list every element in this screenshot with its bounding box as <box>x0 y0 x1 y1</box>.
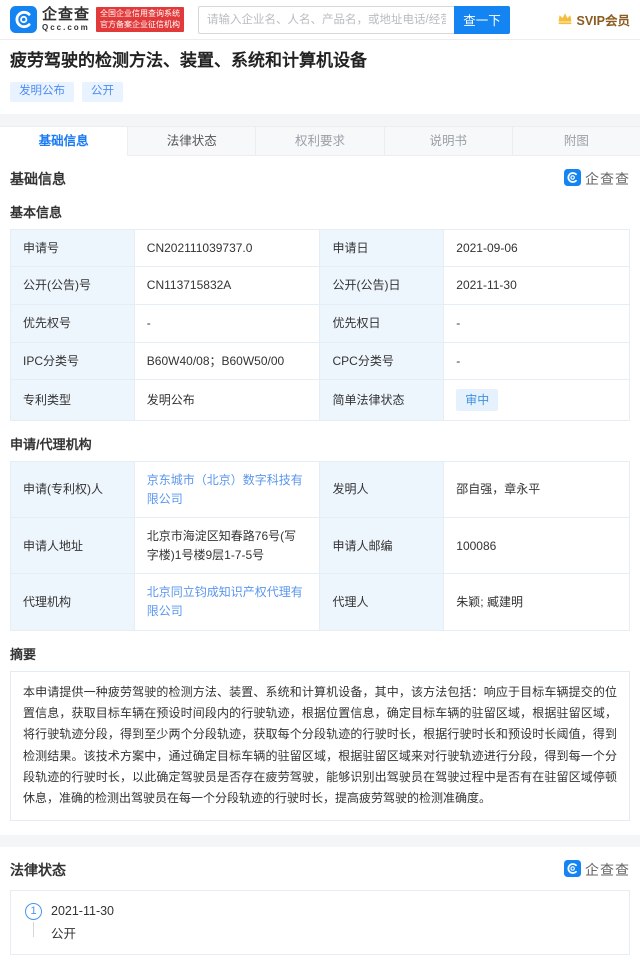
tag-publish-status: 公开 <box>82 82 123 102</box>
field-value: 京东城市（北京）数字科技有限公司 <box>134 462 320 518</box>
table-row: 专利类型 发明公布 简单法律状态 审中 <box>11 380 630 421</box>
qcc-watermark-label: 企查查 <box>585 169 630 189</box>
agency-link[interactable]: 北京同立钧成知识产权代理有限公司 <box>147 585 303 618</box>
tab-description[interactable]: 说明书 <box>385 127 513 156</box>
patent-tags: 发明公布 公开 <box>10 82 630 102</box>
basic-info-table: 申请号 CN202111039737.0 申请日 2021-09-06 公开(公… <box>10 229 630 421</box>
search-box: 查一下 <box>198 6 510 34</box>
field-value: 邵自强，章永平 <box>444 462 630 518</box>
table-row: 申请(专利权)人 京东城市（北京）数字科技有限公司 发明人 邵自强，章永平 <box>11 462 630 518</box>
legal-status-box: 1 2021-11-30 公开 <box>10 890 630 955</box>
field-label: 申请日 <box>320 229 444 267</box>
official-badge: 全国企业信用查询系统 官方备案企业征信机构 <box>96 7 184 32</box>
field-label: 优先权日 <box>320 304 444 342</box>
official-badge-line2: 官方备案企业征信机构 <box>100 20 180 30</box>
agency-table: 申请(专利权)人 京东城市（北京）数字科技有限公司 发明人 邵自强，章永平 申请… <box>10 461 630 631</box>
field-value: B60W40/08；B60W50/00 <box>134 342 320 380</box>
qcc-watermark-label: 企查查 <box>585 860 630 880</box>
field-value: - <box>134 304 320 342</box>
field-value: CN202111039737.0 <box>134 229 320 267</box>
table-row: 申请号 CN202111039737.0 申请日 2021-09-06 <box>11 229 630 267</box>
tab-legal-status[interactable]: 法律状态 <box>128 127 256 156</box>
field-value: 发明公布 <box>134 380 320 421</box>
field-label: 优先权号 <box>11 304 135 342</box>
table-row: 代理机构 北京同立钧成知识产权代理有限公司 代理人 朱颖; 臧建明 <box>11 574 630 630</box>
field-value: 审中 <box>444 380 630 421</box>
section-title-basic: 基础信息 <box>10 169 66 189</box>
table-row: IPC分类号 B60W40/08；B60W50/00 CPC分类号 - <box>11 342 630 380</box>
tab-drawings[interactable]: 附图 <box>513 127 640 156</box>
field-value: 100086 <box>444 518 630 574</box>
timeline-status: 公开 <box>51 922 76 942</box>
page: 企查查 Qcc.com 全国企业信用查询系统 官方备案企业征信机构 查一下 SV… <box>0 0 640 969</box>
field-label: 代理人 <box>320 574 444 630</box>
field-value: 北京市海淀区知春路76号(写字楼)1号楼9层1-7-5号 <box>134 518 320 574</box>
legal-status-section: 法律状态 企查查 1 2021-11-30 公开 <box>0 847 640 969</box>
table-row: 优先权号 - 优先权日 - <box>11 304 630 342</box>
crown-icon <box>557 12 573 28</box>
patent-title: 疲劳驾驶的检测方法、装置、系统和计算机设备 <box>10 50 630 73</box>
field-label: 申请人邮编 <box>320 518 444 574</box>
subsection-abstract: 摘要 <box>10 644 630 663</box>
qcc-watermark: 企查查 <box>564 169 630 189</box>
brand-domain: Qcc.com <box>42 24 90 32</box>
status-badge: 审中 <box>456 389 498 411</box>
tab-basic-info[interactable]: 基础信息 <box>0 127 128 156</box>
tab-bar: 基础信息 法律状态 权利要求 说明书 附图 <box>0 126 640 156</box>
qcc-watermark-icon <box>564 860 581 880</box>
qcc-logo-icon <box>10 6 37 33</box>
timeline-date: 2021-11-30 <box>51 904 114 918</box>
field-label: CPC分类号 <box>320 342 444 380</box>
title-block: 疲劳驾驶的检测方法、装置、系统和计算机设备 发明公布 公开 <box>0 40 640 114</box>
table-row: 申请人地址 北京市海淀区知春路76号(写字楼)1号楼9层1-7-5号 申请人邮编… <box>11 518 630 574</box>
qcc-logo[interactable]: 企查查 Qcc.com 全国企业信用查询系统 官方备案企业征信机构 <box>10 6 184 33</box>
field-label: IPC分类号 <box>11 342 135 380</box>
tab-claims[interactable]: 权利要求 <box>256 127 384 156</box>
field-label: 申请(专利权)人 <box>11 462 135 518</box>
field-value: - <box>444 342 630 380</box>
field-value: 北京同立钧成知识产权代理有限公司 <box>134 574 320 630</box>
official-badge-line1: 全国企业信用查询系统 <box>100 9 180 19</box>
field-value: CN113715832A <box>134 267 320 305</box>
field-value: 2021-09-06 <box>444 229 630 267</box>
brand-name: 企查查 <box>42 7 90 22</box>
timeline-index-badge: 1 <box>25 903 42 920</box>
subsection-agency: 申请/代理机构 <box>10 434 630 453</box>
field-value: 2021-11-30 <box>444 267 630 305</box>
search-input[interactable] <box>198 6 454 34</box>
field-label: 专利类型 <box>11 380 135 421</box>
field-label: 简单法律状态 <box>320 380 444 421</box>
field-value: 朱颖; 臧建明 <box>444 574 630 630</box>
qcc-watermark-icon <box>564 169 581 189</box>
field-label: 申请人地址 <box>11 518 135 574</box>
timeline-item: 1 2021-11-30 <box>25 903 615 920</box>
applicant-link[interactable]: 京东城市（北京）数字科技有限公司 <box>147 473 303 506</box>
tag-patent-type: 发明公布 <box>10 82 74 102</box>
field-label: 公开(公告)号 <box>11 267 135 305</box>
section-title-legal: 法律状态 <box>10 860 66 880</box>
svip-link[interactable]: SVIP会员 <box>557 10 631 29</box>
field-label: 公开(公告)日 <box>320 267 444 305</box>
field-label: 发明人 <box>320 462 444 518</box>
field-label: 申请号 <box>11 229 135 267</box>
abstract-text: 本申请提供一种疲劳驾驶的检测方法、装置、系统和计算机设备，其中，该方法包括：响应… <box>10 671 630 821</box>
svip-label: SVIP会员 <box>577 10 631 29</box>
basic-section-header: 基础信息 企查查 <box>10 169 630 189</box>
field-value: - <box>444 304 630 342</box>
top-navbar: 企查查 Qcc.com 全国企业信用查询系统 官方备案企业征信机构 查一下 SV… <box>0 0 640 40</box>
divider-gap <box>0 114 640 126</box>
qcc-watermark: 企查查 <box>564 860 630 880</box>
brand-text: 企查查 Qcc.com <box>42 7 90 32</box>
table-row: 公开(公告)号 CN113715832A 公开(公告)日 2021-11-30 <box>11 267 630 305</box>
subsection-basic-info: 基本信息 <box>10 202 630 221</box>
timeline-connector <box>33 922 34 937</box>
basic-info-section: 基础信息 企查查 基本信息 申请号 CN202111039737.0 申请日 2… <box>0 156 640 835</box>
timeline-item-detail: 公开 <box>25 922 615 942</box>
field-label: 代理机构 <box>11 574 135 630</box>
search-button[interactable]: 查一下 <box>454 6 510 34</box>
legal-section-header: 法律状态 企查查 <box>10 860 630 880</box>
divider-gap <box>0 835 640 847</box>
